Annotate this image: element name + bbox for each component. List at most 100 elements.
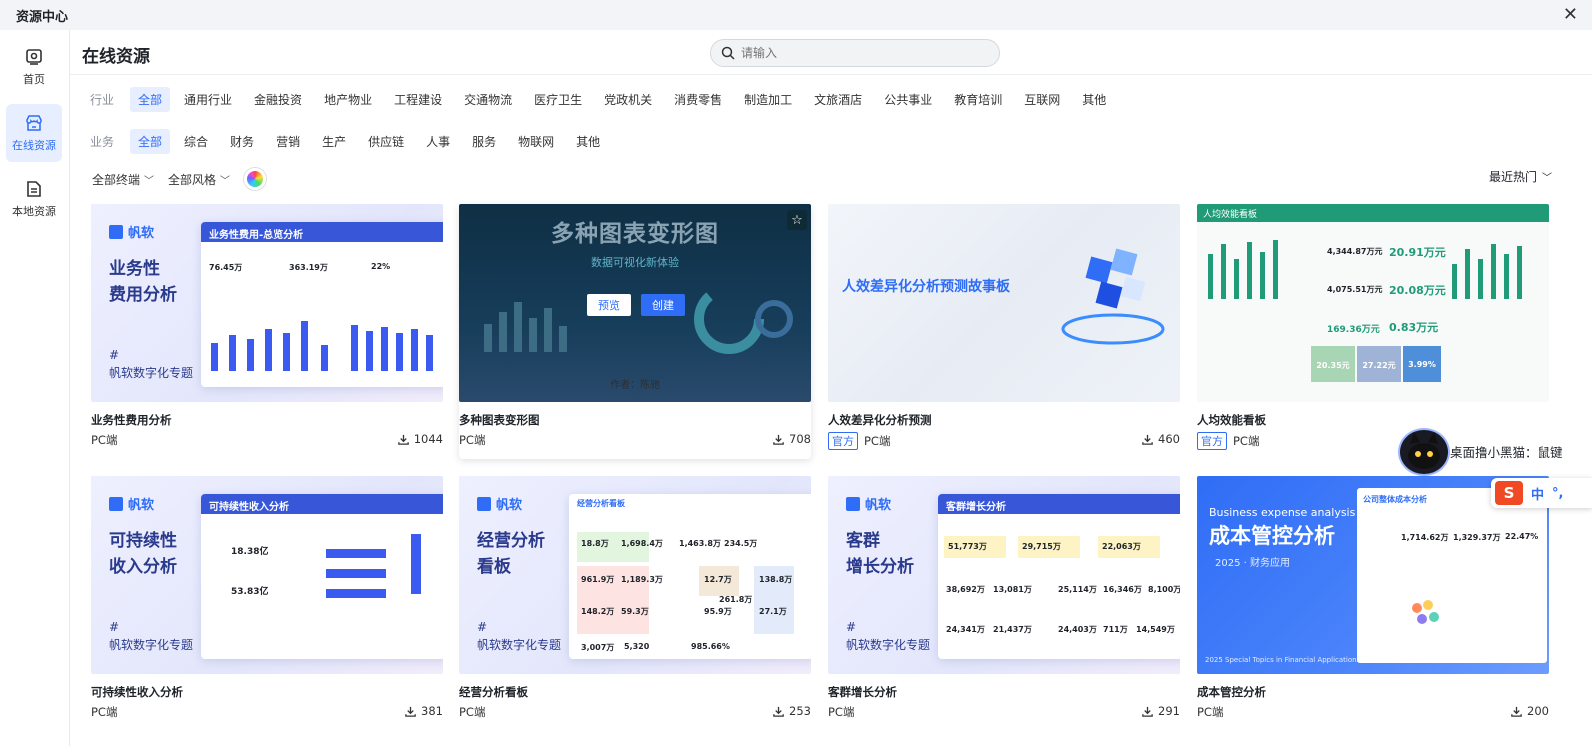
download-icon (773, 706, 784, 717)
industry-filter: 行业 全部 通用行业 金融投资 地产物业 工程建设 交通物流 医疗卫生 党政机关… (90, 87, 1120, 112)
ime-toolbar[interactable]: S 中 °, (1491, 478, 1592, 508)
fanruan-logo: 帆软 (846, 494, 891, 513)
create-button[interactable]: 创建 (641, 294, 685, 316)
card-meta: 官方 PC端 (828, 432, 890, 450)
card-name: 成本管控分析 (1197, 685, 1266, 699)
sidebar-item-local[interactable]: 本地资源 (6, 170, 62, 228)
sidebar: 首页 在线资源 本地资源 (0, 30, 70, 746)
thumb-title: 成本管控分析 (1209, 524, 1335, 548)
chart-decoration (1208, 240, 1278, 299)
download-icon (397, 434, 409, 445)
official-badge: 官方 (828, 432, 858, 450)
card-thumbnail[interactable]: 帆软 经营分析 看板 # 帆软数字化专题 经营分析看板 18.8万 1,698.4万… (459, 476, 811, 674)
thumb-title: 人效差异化分析预测故事板 (842, 279, 1010, 295)
business-option[interactable]: 营销 (268, 129, 308, 154)
resource-card[interactable]: 人均效能看板 4,344.87万元 20.91万元 4,075.51万元 20.… (1197, 204, 1549, 459)
resource-card[interactable]: 多种图表变形图 数据可视化新体验 预览 创建 ☆ 作者：陈驰 多种图表变形图 P… (459, 204, 811, 459)
window-title: 资源中心 (16, 9, 69, 25)
store-icon (26, 115, 42, 131)
color-picker-icon[interactable] (244, 168, 267, 190)
ime-mode-label[interactable]: 中 (1531, 484, 1544, 503)
platform-label: PC端 (459, 433, 486, 447)
card-name: 经营分析看板 (459, 685, 528, 699)
card-thumbnail[interactable]: 人效差异化分析预测故事板 (828, 204, 1180, 402)
industry-option[interactable]: 消费零售 (666, 87, 730, 112)
thumb-topic: # 帆软数字化专题 (109, 348, 194, 380)
industry-option[interactable]: 公共事业 (876, 87, 940, 112)
industry-option[interactable]: 互联网 (1016, 87, 1068, 112)
business-option[interactable]: 服务 (464, 129, 504, 154)
industry-option[interactable]: 医疗卫生 (526, 87, 590, 112)
resource-card[interactable]: 帆软 可持续性 收入分析 # 帆软数字化专题 可持续性收入分析 18.38亿 53.… (91, 476, 443, 731)
business-option[interactable]: 全部 (130, 129, 171, 154)
card-name: 人均效能看板 (1197, 413, 1266, 427)
style-dropdown[interactable]: 全部风格 ﹀ (168, 171, 230, 188)
card-thumbnail[interactable]: 多种图表变形图 数据可视化新体验 预览 创建 ☆ 作者：陈驰 (459, 204, 811, 402)
card-meta: PC端 (91, 704, 117, 720)
fanruan-logo: 帆软 (109, 222, 154, 241)
resource-card[interactable]: 帆软 业务性 费用分析 # 帆软数字化专题 业务性费用-总览分析 76.45万 36… (91, 204, 443, 459)
resource-card[interactable]: 人效差异化分析预测故事板 人效差异化分析预测 官方 PC端 460 (828, 204, 1180, 459)
sidebar-item-online[interactable]: 在线资源 (6, 104, 62, 162)
resource-card[interactable]: 帆软 客群 增长分析 # 帆软数字化专题 客群增长分析 51,773万 29,715… (828, 476, 1180, 731)
industry-option[interactable]: 工程建设 (386, 87, 450, 112)
cube-illustration (1061, 248, 1165, 345)
industry-option[interactable]: 全部 (130, 87, 171, 112)
card-thumbnail[interactable]: 帆软 可持续性 收入分析 # 帆软数字化专题 可持续性收入分析 18.38亿 53.… (91, 476, 443, 674)
resource-card[interactable]: Business expense analysis 成本管控分析 2025 · … (1197, 476, 1549, 731)
industry-option[interactable]: 文旅酒店 (806, 87, 870, 112)
download-count: 460 (1141, 432, 1180, 446)
thumb-kicker: Business expense analysis (1209, 506, 1356, 519)
business-option[interactable]: 供应链 (360, 129, 412, 154)
card-thumbnail[interactable]: 帆软 客群 增长分析 # 帆软数字化专题 客群增长分析 51,773万 29,715… (828, 476, 1180, 674)
page-title: 在线资源 (82, 47, 150, 67)
search-box[interactable] (710, 39, 1000, 67)
resource-card[interactable]: 帆软 经营分析 看板 # 帆软数字化专题 经营分析看板 18.8万 1,698.4万… (459, 476, 811, 731)
platform-label: PC端 (1197, 705, 1224, 719)
industry-option[interactable]: 其他 (1074, 87, 1114, 112)
card-thumbnail[interactable]: 人均效能看板 4,344.87万元 20.91万元 4,075.51万元 20.… (1197, 204, 1549, 402)
business-option[interactable]: 财务 (222, 129, 262, 154)
platform-label: PC端 (1233, 434, 1260, 448)
close-icon[interactable]: ✕ (1563, 4, 1578, 25)
industry-option[interactable]: 通用行业 (176, 87, 240, 112)
sidebar-item-home[interactable]: 首页 (6, 38, 62, 96)
business-option[interactable]: 人事 (418, 129, 458, 154)
card-meta: PC端 (459, 432, 485, 448)
business-option[interactable]: 生产 (314, 129, 354, 154)
download-count: 291 (1141, 704, 1180, 718)
ime-punct-label[interactable]: °, (1552, 486, 1563, 501)
thumb-title: 经营分析 看板 (477, 531, 545, 577)
industry-option[interactable]: 金融投资 (246, 87, 310, 112)
terminal-dropdown[interactable]: 全部终端 ﹀ (92, 171, 154, 188)
preview-button[interactable]: 预览 (587, 294, 631, 316)
card-meta: 官方 PC端 (1197, 432, 1259, 450)
thumb-author: 作者：陈驰 (610, 380, 660, 391)
industry-option[interactable]: 教育培训 (946, 87, 1010, 112)
industry-option[interactable]: 地产物业 (316, 87, 380, 112)
card-meta: PC端 (1197, 704, 1223, 720)
chevron-down-icon: ﹀ (220, 175, 231, 187)
sort-dropdown[interactable]: 最近热门 ﹀ (1489, 168, 1552, 185)
thumb-subtitle: 2025 · 财务应用 (1215, 558, 1290, 569)
cat-mascot-icon[interactable] (1398, 428, 1450, 476)
chevron-down-icon: ﹀ (144, 175, 155, 187)
terminal-dropdown-label: 全部终端 (92, 172, 141, 187)
business-option[interactable]: 物联网 (510, 129, 562, 154)
search-icon (721, 46, 735, 60)
industry-option[interactable]: 党政机关 (596, 87, 660, 112)
business-option[interactable]: 综合 (176, 129, 216, 154)
business-option[interactable]: 其他 (568, 129, 608, 154)
download-count: 381 (404, 704, 443, 718)
card-thumbnail[interactable]: 帆软 业务性 费用分析 # 帆软数字化专题 业务性费用-总览分析 76.45万 36… (91, 204, 443, 402)
download-icon (773, 434, 784, 445)
business-label: 业务 (90, 135, 115, 149)
ime-logo-icon: S (1495, 481, 1523, 505)
style-dropdown-label: 全部风格 (168, 172, 217, 187)
industry-option[interactable]: 交通物流 (456, 87, 520, 112)
search-input[interactable] (741, 46, 971, 60)
card-name: 人效差异化分析预测 (828, 413, 932, 427)
industry-option[interactable]: 制造加工 (736, 87, 800, 112)
favorite-star-icon[interactable]: ☆ (787, 210, 807, 230)
download-icon (1142, 706, 1153, 717)
